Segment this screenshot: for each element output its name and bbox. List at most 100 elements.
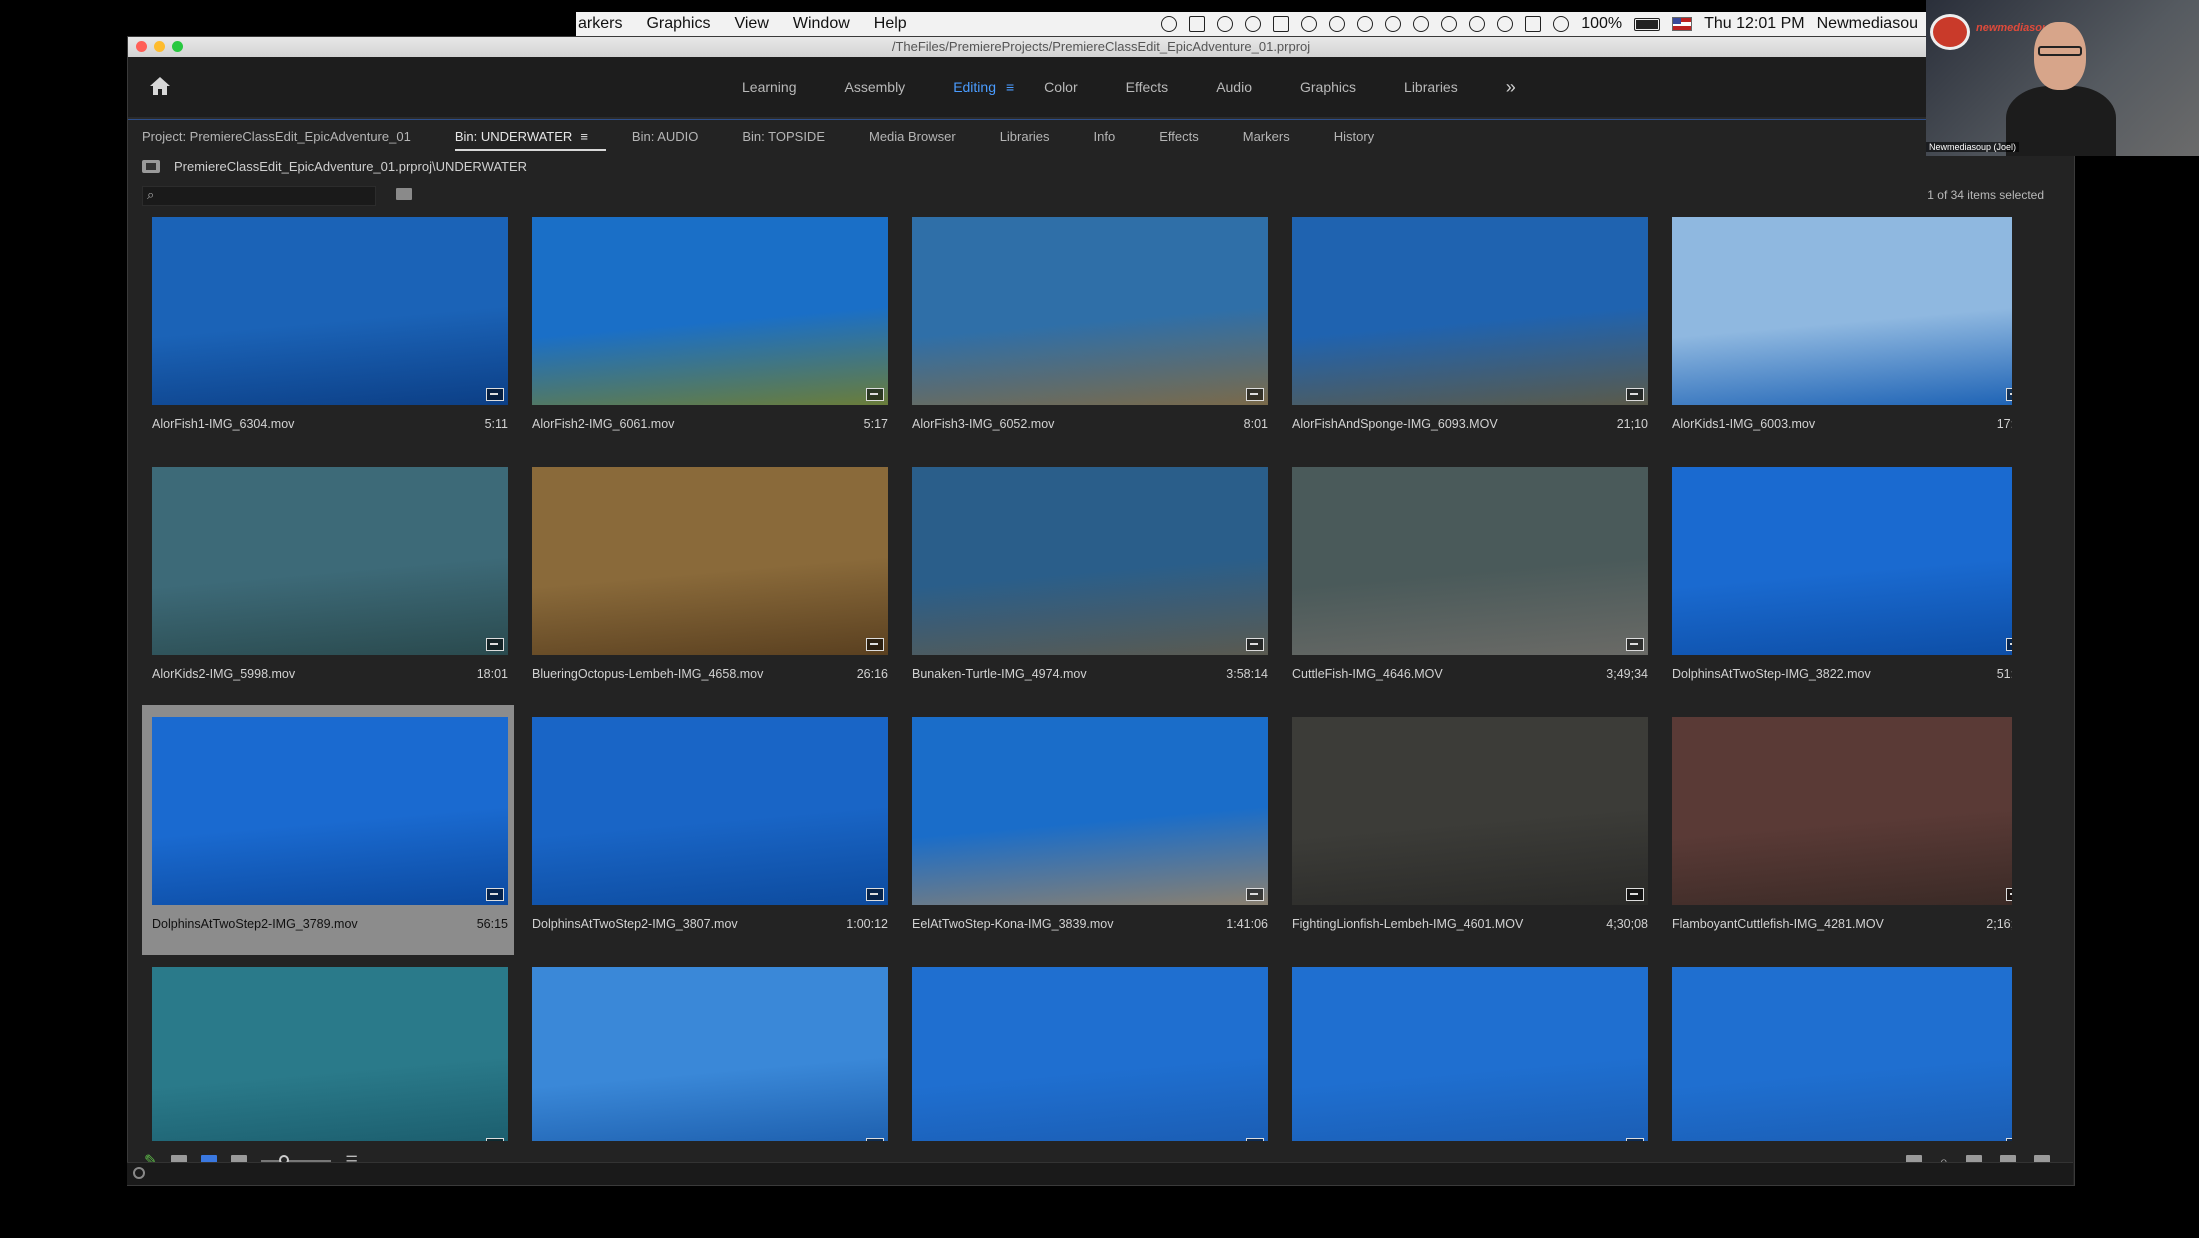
- parent-folder-icon[interactable]: [142, 159, 160, 173]
- accessibility-icon[interactable]: [1385, 16, 1402, 32]
- menu-view[interactable]: View: [734, 15, 768, 33]
- tab-project[interactable]: Project: PremiereClassEdit_EpicAdventure…: [142, 129, 411, 144]
- tab-bin-audio[interactable]: Bin: AUDIO: [632, 129, 698, 144]
- workspace-learning[interactable]: Learning: [718, 79, 821, 95]
- clip-card[interactable]: EelAtTwoStep-Kona-IMG_3839.mov 1:41:06: [902, 705, 1274, 955]
- tab-bin-topside[interactable]: Bin: TOPSIDE: [742, 129, 825, 144]
- clip-name[interactable]: AlorKids2-IMG_5998.mov: [152, 667, 295, 681]
- clip-thumbnail[interactable]: [1672, 967, 2012, 1141]
- zoom-window-button[interactable]: [172, 41, 183, 52]
- clip-thumbnail[interactable]: [912, 467, 1268, 655]
- search-input[interactable]: ⌕: [142, 186, 376, 206]
- clip-card[interactable]: [1662, 955, 2012, 1141]
- clip-name[interactable]: EelAtTwoStep-Kona-IMG_3839.mov: [912, 917, 1114, 931]
- clip-name[interactable]: BlueringOctopus-Lembeh-IMG_4658.mov: [532, 667, 763, 681]
- airplay-icon[interactable]: [1525, 16, 1542, 32]
- workspace-graphics[interactable]: Graphics: [1276, 79, 1380, 95]
- workspace-libraries[interactable]: Libraries: [1380, 79, 1482, 95]
- tab-history[interactable]: History: [1334, 129, 1374, 144]
- more-workspaces-icon[interactable]: »: [1506, 77, 1516, 98]
- dropbox-icon[interactable]: [1189, 16, 1206, 32]
- clip-thumbnail[interactable]: [1292, 467, 1648, 655]
- clip-card[interactable]: AlorKids1-IMG_6003.mov 17:10: [1662, 217, 2012, 455]
- target-icon[interactable]: [1357, 16, 1374, 32]
- menu-window[interactable]: Window: [793, 15, 850, 33]
- clip-thumbnail[interactable]: [532, 717, 888, 905]
- clip-name[interactable]: AlorFish2-IMG_6061.mov: [532, 417, 674, 431]
- clip-card[interactable]: BlueringOctopus-Lembeh-IMG_4658.mov 26:16: [522, 455, 894, 705]
- wifi-icon[interactable]: [1497, 16, 1514, 32]
- clock[interactable]: Thu 12:01 PM: [1704, 15, 1805, 33]
- clip-thumbnail[interactable]: [532, 217, 888, 405]
- tab-effects[interactable]: Effects: [1159, 129, 1199, 144]
- tab-libraries[interactable]: Libraries: [1000, 129, 1050, 144]
- tab-markers[interactable]: Markers: [1243, 129, 1290, 144]
- menu-markers[interactable]: arkers: [578, 15, 622, 33]
- clip-name[interactable]: AlorFishAndSponge-IMG_6093.MOV: [1292, 417, 1498, 431]
- clip-card[interactable]: DolphinsAtTwoStep-IMG_3822.mov 51:01: [1662, 455, 2012, 705]
- time-machine-icon[interactable]: [1441, 16, 1458, 32]
- clip-card[interactable]: AlorFish2-IMG_6061.mov 5:17: [522, 217, 894, 455]
- phone-icon[interactable]: [1469, 16, 1486, 32]
- clip-card[interactable]: [142, 955, 514, 1141]
- new-bin-from-search-icon[interactable]: [396, 188, 412, 200]
- panel-menu-icon[interactable]: ≡: [580, 129, 588, 144]
- tab-bin-underwater[interactable]: Bin: UNDERWATER ≡: [454, 129, 607, 151]
- clip-name[interactable]: Bunaken-Turtle-IMG_4974.mov: [912, 667, 1087, 681]
- home-icon[interactable]: [148, 75, 172, 97]
- clip-card[interactable]: DolphinsAtTwoStep2-IMG_3807.mov 1:00:12: [522, 705, 894, 955]
- clip-thumbnail[interactable]: [912, 967, 1268, 1141]
- flag-icon[interactable]: [1672, 17, 1693, 31]
- location-arrow-icon[interactable]: [1413, 16, 1430, 32]
- clip-name[interactable]: DolphinsAtTwoStep2-IMG_3789.mov: [152, 917, 358, 931]
- clip-thumbnail[interactable]: [152, 717, 508, 905]
- clip-thumbnail[interactable]: [532, 467, 888, 655]
- close-window-button[interactable]: [136, 41, 147, 52]
- clip-thumbnail[interactable]: [152, 217, 508, 405]
- user-name[interactable]: Newmediasou: [1817, 15, 1918, 33]
- workspace-effects[interactable]: Effects: [1102, 79, 1193, 95]
- clip-name[interactable]: AlorFish1-IMG_6304.mov: [152, 417, 294, 431]
- workspace-color[interactable]: Color: [1020, 79, 1101, 95]
- clip-thumbnail[interactable]: [1292, 217, 1648, 405]
- menu-graphics[interactable]: Graphics: [646, 15, 710, 33]
- workspace-audio[interactable]: Audio: [1192, 79, 1276, 95]
- status-app-icon[interactable]: [1161, 16, 1178, 32]
- clip-thumbnail[interactable]: [1292, 967, 1648, 1141]
- clip-thumbnail[interactable]: [912, 217, 1268, 405]
- clip-card[interactable]: [1282, 955, 1654, 1141]
- clip-card[interactable]: AlorFish3-IMG_6052.mov 8:01: [902, 217, 1274, 455]
- onepassword-icon[interactable]: [1245, 16, 1262, 32]
- clip-thumbnail[interactable]: [152, 467, 508, 655]
- clip-name[interactable]: DolphinsAtTwoStep-IMG_3822.mov: [1672, 667, 1871, 681]
- clip-thumbnail[interactable]: [912, 717, 1268, 905]
- clip-name[interactable]: FlamboyantCuttlefish-IMG_4281.MOV: [1672, 917, 1884, 931]
- clip-card[interactable]: [902, 955, 1274, 1141]
- clip-name[interactable]: DolphinsAtTwoStep2-IMG_3807.mov: [532, 917, 738, 931]
- clip-thumbnail[interactable]: [1292, 717, 1648, 905]
- tab-media-browser[interactable]: Media Browser: [869, 129, 956, 144]
- clip-name[interactable]: AlorFish3-IMG_6052.mov: [912, 417, 1054, 431]
- type-a-icon[interactable]: [1329, 16, 1346, 32]
- clip-name[interactable]: CuttleFish-IMG_4646.MOV: [1292, 667, 1443, 681]
- clip-card[interactable]: AlorFishAndSponge-IMG_6093.MOV 21;10: [1282, 217, 1654, 455]
- clip-name[interactable]: AlorKids1-IMG_6003.mov: [1672, 417, 1815, 431]
- battery-icon[interactable]: [1634, 17, 1661, 31]
- clip-card[interactable]: AlorFish1-IMG_6304.mov 5:11: [142, 217, 514, 455]
- clip-card[interactable]: FightingLionfish-Lembeh-IMG_4601.MOV 4;30…: [1282, 705, 1654, 955]
- workspace-menu-icon[interactable]: ≡: [1006, 79, 1014, 95]
- menu-help[interactable]: Help: [874, 15, 907, 33]
- creative-cloud-icon[interactable]: [1217, 16, 1234, 32]
- clip-card[interactable]: [522, 955, 894, 1141]
- clip-name[interactable]: FightingLionfish-Lembeh-IMG_4601.MOV: [1292, 917, 1523, 931]
- clip-card[interactable]: AlorKids2-IMG_5998.mov 18:01: [142, 455, 514, 705]
- clip-thumbnail[interactable]: [1672, 717, 2012, 905]
- status-spinner-icon[interactable]: [1301, 16, 1318, 32]
- clip-card[interactable]: Bunaken-Turtle-IMG_4974.mov 3:58:14: [902, 455, 1274, 705]
- clip-thumbnail[interactable]: [532, 967, 888, 1141]
- sync-icon[interactable]: [133, 1167, 145, 1179]
- clip-card[interactable]: CuttleFish-IMG_4646.MOV 3;49;34: [1282, 455, 1654, 705]
- mail-m-icon[interactable]: [1273, 16, 1290, 32]
- clip-card[interactable]: FlamboyantCuttlefish-IMG_4281.MOV 2;16;50: [1662, 705, 2012, 955]
- tab-info[interactable]: Info: [1094, 129, 1116, 144]
